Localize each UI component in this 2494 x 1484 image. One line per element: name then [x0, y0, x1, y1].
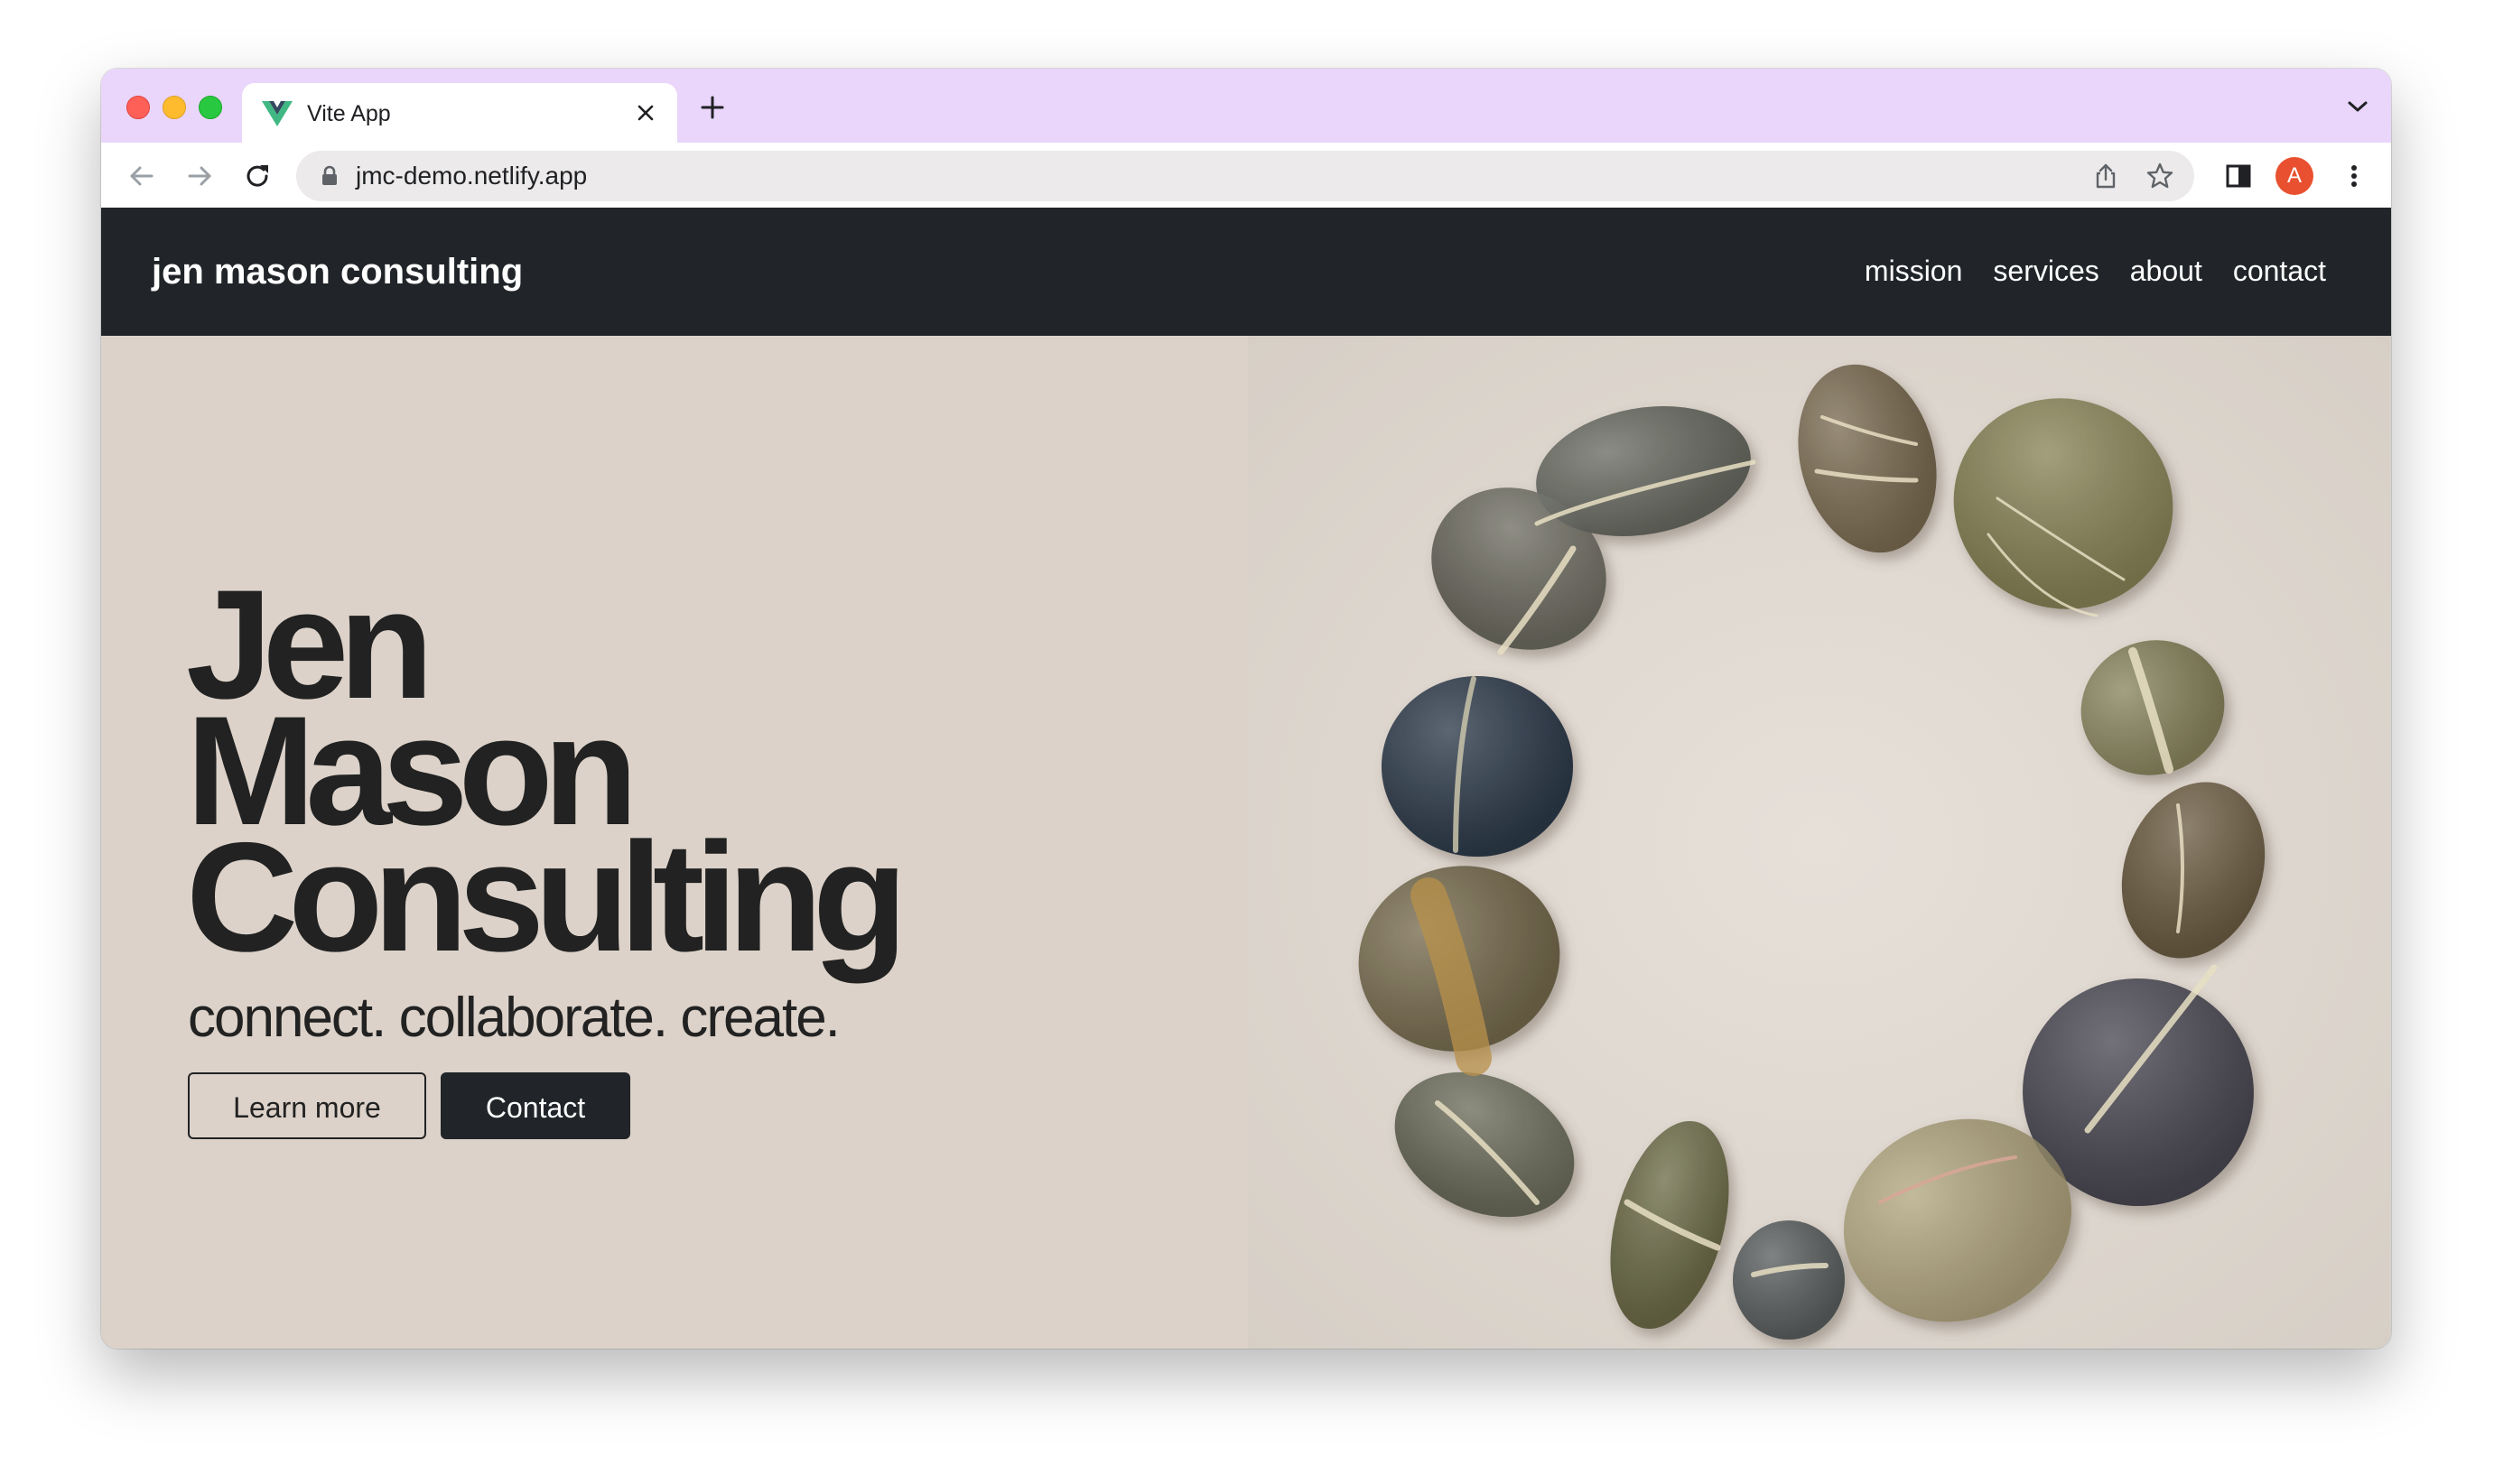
- hero-text-panel: Jen Mason Consulting connect. collaborat…: [101, 336, 1248, 1349]
- tab-strip: Vite App: [101, 69, 2391, 143]
- screenshot-stage: Vite App jmc-demo.netlify.app A jen maso…: [0, 0, 2494, 1484]
- close-icon[interactable]: [632, 99, 659, 126]
- tab-title: Vite App: [307, 101, 391, 126]
- contact-button[interactable]: Contact: [441, 1072, 630, 1139]
- maximize-window-button[interactable]: [199, 96, 222, 119]
- forward-arrow-icon[interactable]: [184, 161, 215, 191]
- lock-icon[interactable]: [320, 165, 340, 187]
- hero-title: Jen Mason Consulting: [186, 567, 907, 984]
- back-arrow-icon[interactable]: [126, 161, 157, 191]
- close-window-button[interactable]: [126, 96, 150, 119]
- nav-link-mission[interactable]: mission: [1865, 253, 1962, 289]
- share-icon[interactable]: [2091, 162, 2120, 190]
- chevron-down-icon[interactable]: [2346, 97, 2369, 116]
- minimize-window-button[interactable]: [163, 96, 186, 119]
- avatar[interactable]: A: [2275, 157, 2313, 195]
- browser-toolbar: jmc-demo.netlify.app A: [101, 143, 2391, 209]
- nav-link-contact[interactable]: contact: [2233, 253, 2326, 289]
- hero-tagline: connect. collaborate. create.: [188, 987, 841, 1049]
- hero-title-line: Consulting: [186, 811, 907, 984]
- side-panel-icon[interactable]: [2223, 161, 2254, 191]
- hero-stones-image: [1248, 336, 2391, 1349]
- learn-more-button[interactable]: Learn more: [188, 1072, 426, 1139]
- nav-link-about[interactable]: about: [2130, 253, 2202, 289]
- site-navbar: jen mason consulting mission services ab…: [101, 208, 2391, 336]
- brand-logo-text[interactable]: jen mason consulting: [152, 251, 523, 292]
- tab-vite-app[interactable]: Vite App: [242, 83, 677, 143]
- stones-on-sand-illustration: [1248, 336, 2391, 1349]
- vue-logo-icon: [262, 101, 293, 126]
- nav-link-services[interactable]: services: [1993, 253, 2098, 289]
- address-bar[interactable]: jmc-demo.netlify.app: [296, 151, 2194, 201]
- star-icon[interactable]: [2145, 162, 2174, 190]
- reload-icon[interactable]: [242, 161, 273, 191]
- kebab-menu-icon[interactable]: [2339, 161, 2369, 191]
- nav-menu: mission services about contact: [1865, 253, 2326, 289]
- browser-window: Vite App jmc-demo.netlify.app A jen maso…: [101, 69, 2391, 1349]
- plus-icon[interactable]: [699, 94, 726, 121]
- page-content: jen mason consulting mission services ab…: [101, 208, 2391, 1349]
- url-text[interactable]: jmc-demo.netlify.app: [356, 162, 587, 190]
